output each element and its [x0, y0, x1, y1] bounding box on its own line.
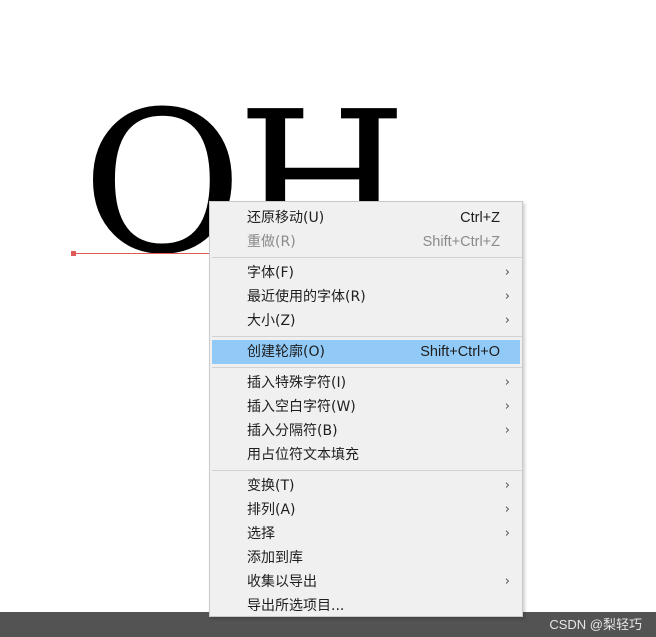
watermark: CSDN @梨轻巧 — [549, 617, 642, 632]
menu-item-label: 插入空白字符(W) — [247, 399, 356, 415]
chevron-right-icon: › — [504, 574, 510, 589]
menu-item-transform[interactable]: 变换(T) › — [212, 474, 520, 498]
menu-item-label: 导出所选项目... — [247, 598, 345, 614]
chevron-right-icon: › — [504, 423, 510, 438]
menu-separator — [212, 257, 522, 258]
menu-item-label: 收集以导出 — [247, 574, 317, 590]
menu-item-label: 添加到库 — [247, 550, 303, 566]
menu-separator — [212, 367, 522, 368]
chevron-right-icon: › — [504, 478, 510, 493]
menu-item-fill-placeholder-text[interactable]: 用占位符文本填充 — [212, 443, 520, 467]
chevron-right-icon: › — [504, 289, 510, 304]
menu-item-shortcut: Shift+Ctrl+O — [420, 344, 500, 360]
menu-item-font[interactable]: 字体(F) › — [212, 261, 520, 285]
menu-item-add-to-library[interactable]: 添加到库 — [212, 546, 520, 570]
menu-item-label: 字体(F) — [247, 265, 294, 281]
menu-item-label: 还原移动(U) — [247, 210, 325, 226]
chevron-right-icon: › — [504, 526, 510, 541]
chevron-right-icon: › — [504, 375, 510, 390]
menu-item-insert-whitespace-char[interactable]: 插入空白字符(W) › — [212, 395, 520, 419]
context-menu: 还原移动(U) Ctrl+Z 重做(R) Shift+Ctrl+Z 字体(F) … — [209, 201, 523, 617]
menu-item-export-selection[interactable]: 导出所选项目... — [212, 594, 520, 618]
menu-item-label: 变换(T) — [247, 478, 295, 494]
menu-item-label: 重做(R) — [247, 234, 296, 250]
chevron-right-icon: › — [504, 399, 510, 414]
menu-item-label: 最近使用的字体(R) — [247, 289, 366, 305]
menu-separator — [212, 336, 522, 337]
menu-item-shortcut: Shift+Ctrl+Z — [422, 234, 500, 250]
menu-item-label: 大小(Z) — [247, 313, 296, 329]
menu-item-label: 插入特殊字符(I) — [247, 375, 347, 391]
chevron-right-icon: › — [504, 265, 510, 280]
menu-item-undo-move[interactable]: 还原移动(U) Ctrl+Z — [212, 206, 520, 230]
menu-item-arrange[interactable]: 排列(A) › — [212, 498, 520, 522]
menu-item-shortcut: Ctrl+Z — [460, 210, 500, 226]
menu-item-insert-special-char[interactable]: 插入特殊字符(I) › — [212, 371, 520, 395]
menu-separator — [212, 470, 522, 471]
chevron-right-icon: › — [504, 502, 510, 517]
menu-item-size[interactable]: 大小(Z) › — [212, 309, 520, 333]
chevron-right-icon: › — [504, 313, 510, 328]
menu-item-label: 创建轮廓(O) — [247, 344, 325, 360]
menu-item-select[interactable]: 选择 › — [212, 522, 520, 546]
menu-item-label: 插入分隔符(B) — [247, 423, 338, 439]
menu-item-label: 选择 — [247, 526, 275, 542]
menu-item-create-outlines[interactable]: 创建轮廓(O) Shift+Ctrl+O — [212, 340, 520, 364]
menu-item-redo: 重做(R) Shift+Ctrl+Z — [212, 230, 520, 254]
menu-item-insert-break[interactable]: 插入分隔符(B) › — [212, 419, 520, 443]
menu-item-label: 排列(A) — [247, 502, 296, 518]
menu-item-recent-fonts[interactable]: 最近使用的字体(R) › — [212, 285, 520, 309]
text-anchor-point[interactable] — [71, 251, 76, 256]
menu-item-collect-for-export[interactable]: 收集以导出 › — [212, 570, 520, 594]
menu-item-label: 用占位符文本填充 — [247, 447, 359, 463]
